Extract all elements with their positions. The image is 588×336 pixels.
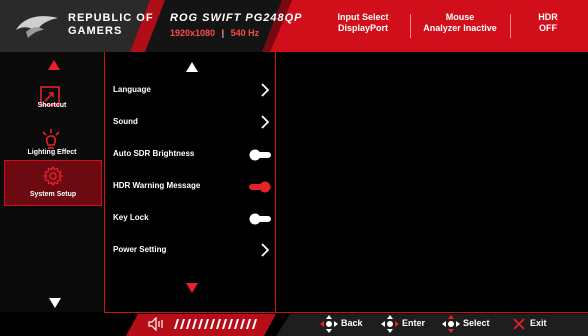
mouse-status: Mouse Analyzer Inactive (414, 12, 506, 42)
scroll-down-icon[interactable] (49, 298, 61, 308)
hdr-status: HDR OFF (518, 12, 578, 42)
sidebar-item-label: Shortcut (37, 102, 67, 109)
hdr-title: HDR (538, 12, 558, 22)
brand-name: REPUBLIC OF GAMERS (68, 13, 154, 37)
menu-item-hdr-warning-message[interactable]: HDR Warning Message (109, 172, 275, 202)
sidebar-item-label: System Setup (29, 191, 77, 198)
menu-item-auto-sdr-brightness[interactable]: Auto SDR Brightness (109, 140, 275, 170)
scroll-up-icon[interactable] (48, 60, 60, 70)
hdr-value: OFF (539, 23, 557, 33)
menu-item-power-setting[interactable]: Power Setting (109, 236, 275, 266)
exit-key-label: Exit (530, 318, 547, 328)
sidebar-item-label: Lighting Effect (27, 149, 77, 156)
volume-level-indicator (174, 319, 257, 329)
brand-line2: GAMERS (68, 25, 123, 37)
toggle-on-icon[interactable] (249, 181, 271, 193)
joystick-enter-icon (381, 315, 399, 333)
chevron-right-icon (261, 83, 269, 97)
select-key-label: Select (463, 318, 490, 328)
resolution-value: 1920x1080 (170, 28, 216, 38)
mouse-title: Mouse (445, 12, 475, 22)
toggle-off-icon[interactable] (249, 149, 271, 161)
list-scroll-down-icon[interactable] (186, 283, 198, 293)
footer-bar (0, 312, 588, 336)
refresh-rate-value: 540 Hz (230, 28, 260, 38)
menu-item-sound[interactable]: Sound (109, 108, 275, 138)
speaker-icon (148, 317, 163, 331)
list-scroll-up-icon[interactable] (186, 62, 198, 72)
header-divider (510, 14, 511, 38)
joystick-select-icon (442, 315, 460, 333)
header-divider (410, 14, 411, 38)
input-select-status: Input Select DisplayPort (318, 12, 408, 42)
model-name: ROG SWIFT PG248QP (170, 12, 303, 24)
menu-item-label: Power Setting (113, 245, 167, 254)
menu-item-label: Auto SDR Brightness (113, 149, 195, 158)
enter-key-label: Enter (402, 318, 426, 328)
gear-icon (43, 166, 63, 186)
chevron-right-icon (261, 115, 269, 129)
input-select-title: Input Select (337, 12, 389, 22)
menu-item-label: Sound (113, 117, 138, 126)
menu-item-key-lock[interactable]: Key Lock (109, 204, 275, 234)
chevron-right-icon (261, 243, 269, 257)
sidebar-item-system-setup[interactable]: System Setup (4, 160, 102, 206)
menu-item-label: Key Lock (113, 213, 149, 222)
mouse-value: Analyzer Inactive (423, 23, 497, 33)
back-key-label: Back (341, 318, 363, 328)
menu-item-language[interactable]: Language (109, 76, 275, 106)
menu-item-label: Language (113, 85, 151, 94)
toggle-off-icon[interactable] (249, 213, 271, 225)
brand-line1: REPUBLIC OF (68, 12, 154, 24)
submenu-pane (276, 52, 588, 312)
osd-header: REPUBLIC OF GAMERS ROG SWIFT PG248QP 192… (0, 0, 588, 52)
joystick-back-icon (320, 315, 338, 333)
resolution-info: 1920x1080 | 540 Hz (170, 28, 260, 38)
menu-item-label: HDR Warning Message (113, 181, 201, 190)
close-icon (513, 318, 525, 330)
rog-logo-icon (16, 16, 58, 38)
input-select-value: DisplayPort (337, 23, 388, 33)
